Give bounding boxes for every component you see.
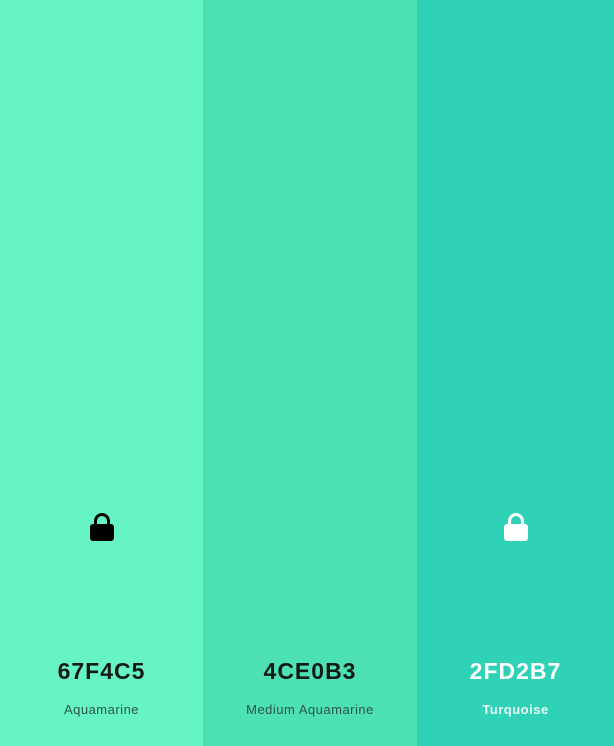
lock-icon[interactable] — [503, 512, 529, 542]
hex-code[interactable]: 67F4C5 — [0, 657, 203, 685]
swatch-aquamarine[interactable]: 67F4C5 Aquamarine — [0, 0, 203, 746]
hex-code[interactable]: 4CE0B3 — [203, 657, 417, 685]
color-name: Medium Aquamarine — [246, 702, 374, 717]
swatch-medium-aquamarine[interactable]: 4CE0B3 Medium Aquamarine — [203, 0, 417, 746]
color-name: Turquoise — [482, 702, 549, 717]
hex-code[interactable]: 2FD2B7 — [417, 657, 614, 685]
color-name: Aquamarine — [63, 702, 140, 717]
color-palette: 67F4C5 Aquamarine 4CE0B3 Medium Aquamari… — [0, 0, 614, 746]
lock-icon[interactable] — [89, 512, 115, 542]
swatch-turquoise[interactable]: 2FD2B7 Turquoise — [417, 0, 614, 746]
